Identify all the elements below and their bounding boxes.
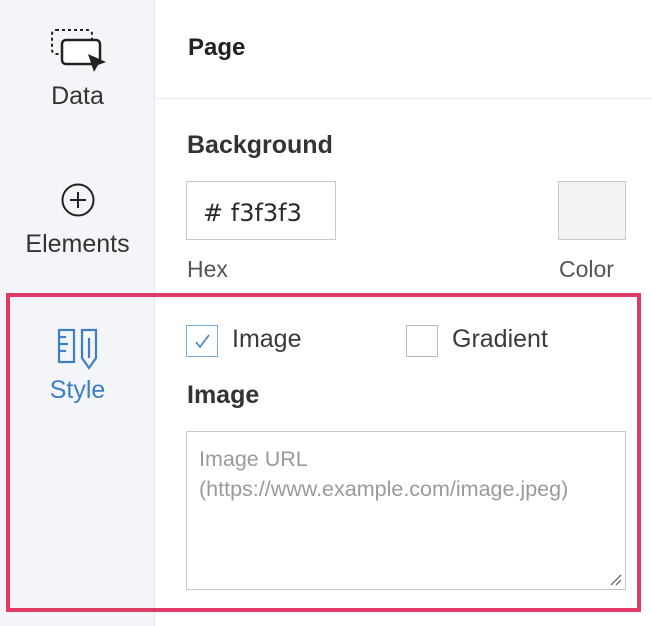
sidebar-item-data[interactable]: Data [0,28,155,111]
background-label: Background [187,131,333,159]
sidebar-item-style[interactable]: Style [0,326,155,405]
sidebar-item-elements[interactable]: Elements [0,182,155,259]
hex-caption: Hex [187,256,228,282]
sidebar-item-label: Elements [25,230,130,258]
image-url-textarea[interactable]: Image URL (https://www.example.com/image… [186,431,626,590]
style-icon [57,328,97,370]
sidebar: Data Elements Style [0,0,155,626]
image-checkbox-label[interactable]: Image [232,325,301,354]
plus-circle-icon [61,183,94,217]
color-swatch-button[interactable] [558,181,626,240]
image-checkbox[interactable] [186,325,218,357]
gradient-checkbox[interactable] [406,325,438,357]
hex-color-input[interactable]: # f3f3f3 [186,181,336,240]
sidebar-item-label: Data [51,82,104,110]
sidebar-item-label: Style [49,376,106,404]
image-url-placeholder: Image URL (https://www.example.com/image… [199,447,569,501]
resize-handle-icon[interactable] [609,573,623,587]
page-title: Page [188,34,246,61]
panel-header: Page [156,0,652,99]
data-select-icon [50,29,106,72]
image-section-heading: Image [187,381,260,409]
color-caption: Color [559,256,614,282]
checkmark-icon [195,334,210,349]
style-panel: Page Background # f3f3f3 Hex Color Image… [156,0,652,626]
gradient-checkbox-label[interactable]: Gradient [452,325,548,354]
